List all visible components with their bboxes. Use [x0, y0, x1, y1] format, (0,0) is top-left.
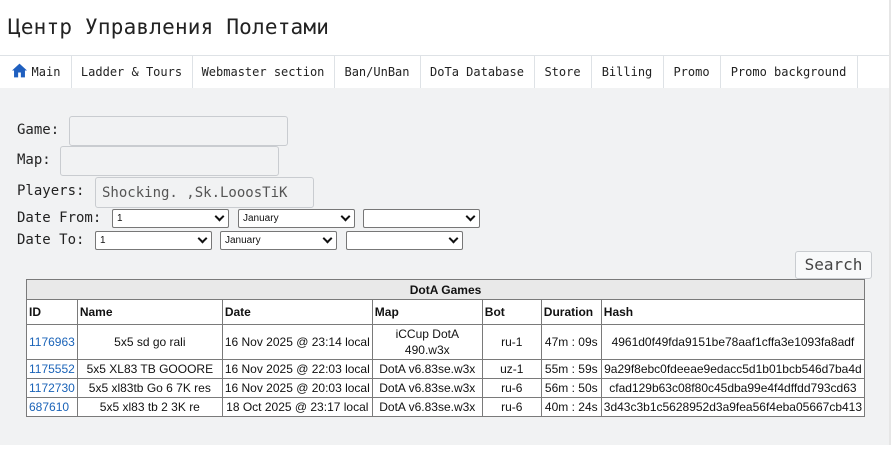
main-nav: Main Ladder & Tours Webmaster section Ba…	[0, 55, 889, 89]
chevron-down-icon	[465, 211, 476, 222]
nav-promo-background[interactable]: Promo background	[720, 56, 858, 88]
chevron-down-icon	[340, 211, 351, 222]
date-to-label: Date To:	[17, 232, 85, 248]
nav-billing[interactable]: Billing	[591, 56, 664, 88]
row-id-cell: 1175552	[26, 359, 78, 379]
home-icon	[11, 63, 27, 78]
game-label: Game:	[17, 122, 60, 138]
date-from-day-select[interactable]: 1	[112, 209, 229, 228]
game-id-link[interactable]: 1172730	[29, 381, 75, 395]
search-button[interactable]: Search	[795, 251, 872, 279]
row-id-cell: 1176963	[26, 324, 78, 360]
row-hash: 3d43c3b1c5628952d3a9fea56f4eba05667cb413	[600, 397, 866, 417]
nav-promo[interactable]: Promo	[663, 56, 721, 88]
row-hash: 4961d0f49fda9151be78aaf1cffa3e1093fa8adf	[600, 324, 866, 360]
row-map: DotA v6.83se.w3x	[371, 397, 483, 417]
game-id-link[interactable]: 1176963	[29, 335, 75, 349]
players-input[interactable]	[95, 177, 314, 208]
row-date: 18 Oct 2025 @ 23:17 local	[221, 397, 373, 417]
row-duration: 40m : 24s	[540, 397, 602, 417]
row-map: DotA v6.83se.w3x	[371, 378, 483, 398]
row-duration: 56m : 50s	[540, 378, 602, 398]
table-row: 687610 5x5 xl83 tb 2 3K re 18 Oct 2025 @…	[26, 397, 866, 417]
games-table: DotA Games ID Name Date Map Bot Duration…	[25, 279, 866, 417]
row-duration: 47m : 09s	[540, 324, 602, 360]
col-duration: Duration	[540, 299, 602, 325]
col-hash: Hash	[600, 299, 866, 325]
row-bot: ru-6	[481, 378, 542, 398]
table-row: 1175552 5x5 XL83 TB GOOORE 16 Nov 2025 @…	[26, 359, 866, 379]
game-id-link[interactable]: 1175552	[29, 362, 75, 376]
row-map: DotA v6.83se.w3x	[371, 359, 483, 379]
row-id-cell: 1172730	[26, 378, 78, 398]
nav-main[interactable]: Main	[0, 56, 72, 88]
map-input[interactable]	[60, 146, 279, 176]
date-from-label: Date From:	[17, 210, 102, 226]
players-label: Players:	[17, 183, 85, 199]
date-from-day-value: 1	[117, 213, 123, 224]
table-row: 1176963 5x5 sd go rali 16 Nov 2025 @ 23:…	[26, 324, 866, 360]
col-name: Name	[76, 299, 223, 325]
row-name: 5x5 sd go rali	[76, 324, 223, 360]
map-label: Map:	[17, 152, 51, 168]
date-to-day-select[interactable]: 1	[95, 231, 212, 250]
chevron-down-icon	[197, 233, 208, 244]
col-date: Date	[221, 299, 373, 325]
table-row: 1172730 5x5 xl83tb Go 6 7K res 16 Nov 20…	[26, 378, 866, 398]
site-title: Центр Управления Полетами	[8, 15, 330, 39]
site-header: Центр Управления Полетами	[0, 0, 889, 55]
date-from-month-select[interactable]: January	[238, 209, 355, 228]
row-bot: ru-6	[481, 397, 542, 417]
table-caption: DotA Games	[25, 279, 866, 300]
nav-webmaster-section[interactable]: Webmaster section	[192, 56, 335, 88]
chevron-down-icon	[322, 233, 333, 244]
nav-dota-database[interactable]: DoTa Database	[420, 56, 535, 88]
row-hash: 9a29f8ebc0fdeeae9edacc5d1b01bcb546d7ba4d	[600, 359, 866, 379]
date-to-month-select[interactable]: January	[220, 231, 337, 250]
date-from-month-value: January	[243, 213, 279, 224]
row-name: 5x5 xl83 tb 2 3K re	[76, 397, 223, 417]
game-input[interactable]	[69, 116, 288, 146]
nav-store[interactable]: Store	[534, 56, 592, 88]
nav-ladder-tours[interactable]: Ladder & Tours	[71, 56, 193, 88]
row-map: iCCup DotA 490.w3x	[371, 324, 483, 360]
row-hash: cfad129b63c08f80c45dba99e4f4dffdd793cd63	[600, 378, 866, 398]
col-map: Map	[371, 299, 483, 325]
row-date: 16 Nov 2025 @ 22:03 local	[221, 359, 373, 379]
row-id-cell: 687610	[26, 397, 78, 417]
chevron-down-icon	[448, 233, 459, 244]
row-date: 16 Nov 2025 @ 20:03 local	[221, 378, 373, 398]
row-bot: uz-1	[481, 359, 542, 379]
row-name: 5x5 xl83tb Go 6 7K res	[76, 378, 223, 398]
date-from-year-select[interactable]	[363, 209, 480, 228]
date-to-day-value: 1	[100, 235, 106, 246]
row-date: 16 Nov 2025 @ 23:14 local	[221, 324, 373, 360]
chevron-down-icon	[214, 211, 225, 222]
row-bot: ru-1	[481, 324, 542, 360]
col-bot: Bot	[481, 299, 542, 325]
game-id-link[interactable]: 687610	[29, 400, 69, 414]
row-name: 5x5 XL83 TB GOOORE	[76, 359, 223, 379]
nav-ban-unban[interactable]: Ban/UnBan	[334, 56, 421, 88]
col-id: ID	[26, 299, 78, 325]
date-to-month-value: January	[225, 235, 261, 246]
date-to-year-select[interactable]	[346, 231, 463, 250]
row-duration: 55m : 59s	[540, 359, 602, 379]
nav-main-label: Main	[31, 65, 61, 79]
